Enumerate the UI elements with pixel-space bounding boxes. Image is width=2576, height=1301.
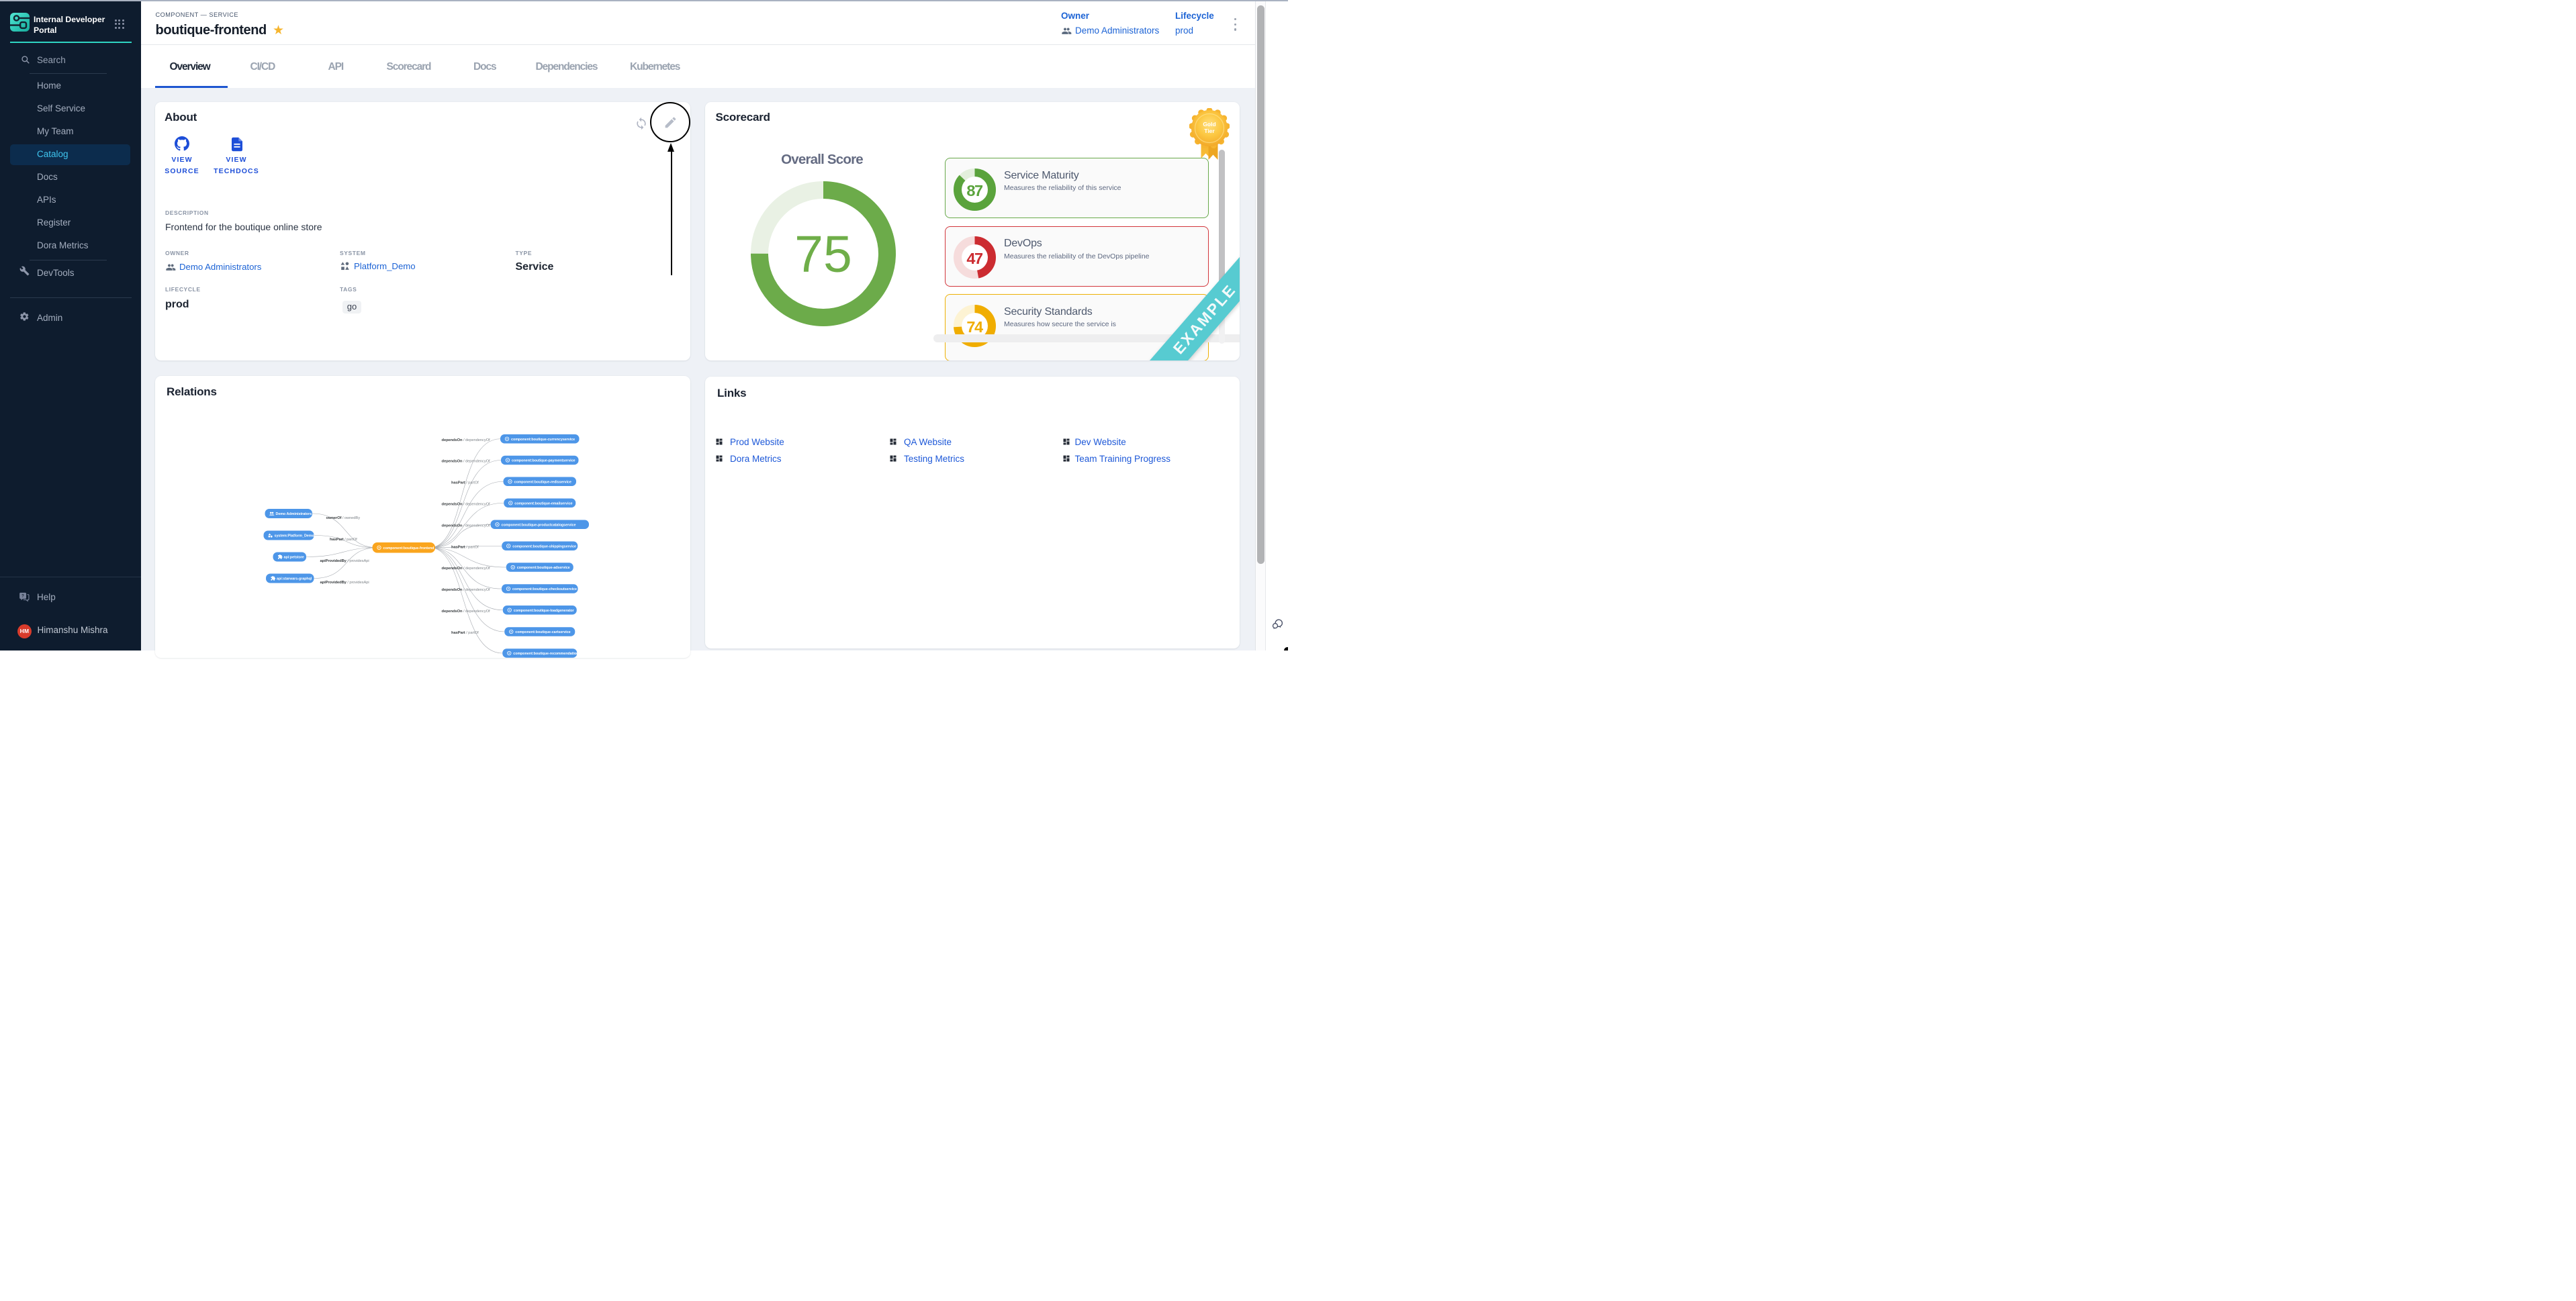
svg-text:?: ?: [21, 594, 24, 598]
svg-text:component:boutique-frontend: component:boutique-frontend: [383, 546, 434, 550]
svg-text:ownerOf / ownedBy: ownerOf / ownedBy: [326, 516, 361, 520]
svg-text:api:starwars-graphql: api:starwars-graphql: [277, 577, 312, 581]
svg-text:Gold: Gold: [1203, 121, 1215, 128]
svg-text:apiProvidedBy / providesApi: apiProvidedBy / providesApi: [320, 581, 369, 585]
svg-text:component:boutique-shippingser: component:boutique-shippingservice: [512, 544, 576, 548]
svg-text:component:boutique-redisservic: component:boutique-redisservice: [514, 480, 571, 484]
svg-text:hasPart / partOf: hasPart / partOf: [451, 631, 479, 635]
svg-text:dependsOn / dependencyOf: dependsOn / dependencyOf: [442, 502, 491, 506]
svg-text:apiProvidedBy / providesApi: apiProvidedBy / providesApi: [320, 559, 369, 563]
svg-text:component:boutique-checkoutser: component:boutique-checkoutservice: [512, 587, 577, 591]
svg-text:hasPart / partOf: hasPart / partOf: [330, 538, 357, 542]
svg-text:api:petstore: api:petstore: [284, 556, 304, 560]
svg-text:component:boutique-productcata: component:boutique-productcatalogservice: [502, 523, 576, 527]
svg-text:component:boutique-adservice: component:boutique-adservice: [517, 566, 570, 570]
svg-text:hasPart / partOf: hasPart / partOf: [451, 545, 479, 549]
svg-text:dependsOn / dependencyOf: dependsOn / dependencyOf: [442, 460, 491, 464]
svg-text:dependsOn / dependencyOf: dependsOn / dependencyOf: [442, 610, 491, 614]
svg-text:component:boutique-loadgenerat: component:boutique-loadgenerator: [514, 609, 575, 613]
svg-text:component:boutique-recommendat: component:boutique-recommendation: [513, 652, 578, 656]
svg-text:dependsOn / dependencyOf: dependsOn / dependencyOf: [442, 588, 491, 592]
svg-text:component:boutique-currencyser: component:boutique-currencyservice: [511, 438, 575, 442]
svg-text:Tier: Tier: [1204, 128, 1215, 134]
svg-text:dependsOn / dependencyOf: dependsOn / dependencyOf: [442, 438, 491, 442]
svg-text:hasPart / partOf: hasPart / partOf: [451, 481, 479, 485]
svg-text:Demo Administrators: Demo Administrators: [276, 512, 312, 516]
svg-text:component:boutique-cartservice: component:boutique-cartservice: [515, 630, 570, 634]
svg-text:component:boutique-paymentserv: component:boutique-paymentservice: [512, 459, 576, 463]
svg-text:dependsOn / dependencyOf: dependsOn / dependencyOf: [442, 567, 491, 571]
svg-text:system:Platform_Demo: system:Platform_Demo: [275, 534, 315, 538]
svg-text:dependsOn / dependencyOf: dependsOn / dependencyOf: [442, 524, 491, 528]
svg-text:component:boutique-emailservic: component:boutique-emailservice: [514, 501, 572, 505]
